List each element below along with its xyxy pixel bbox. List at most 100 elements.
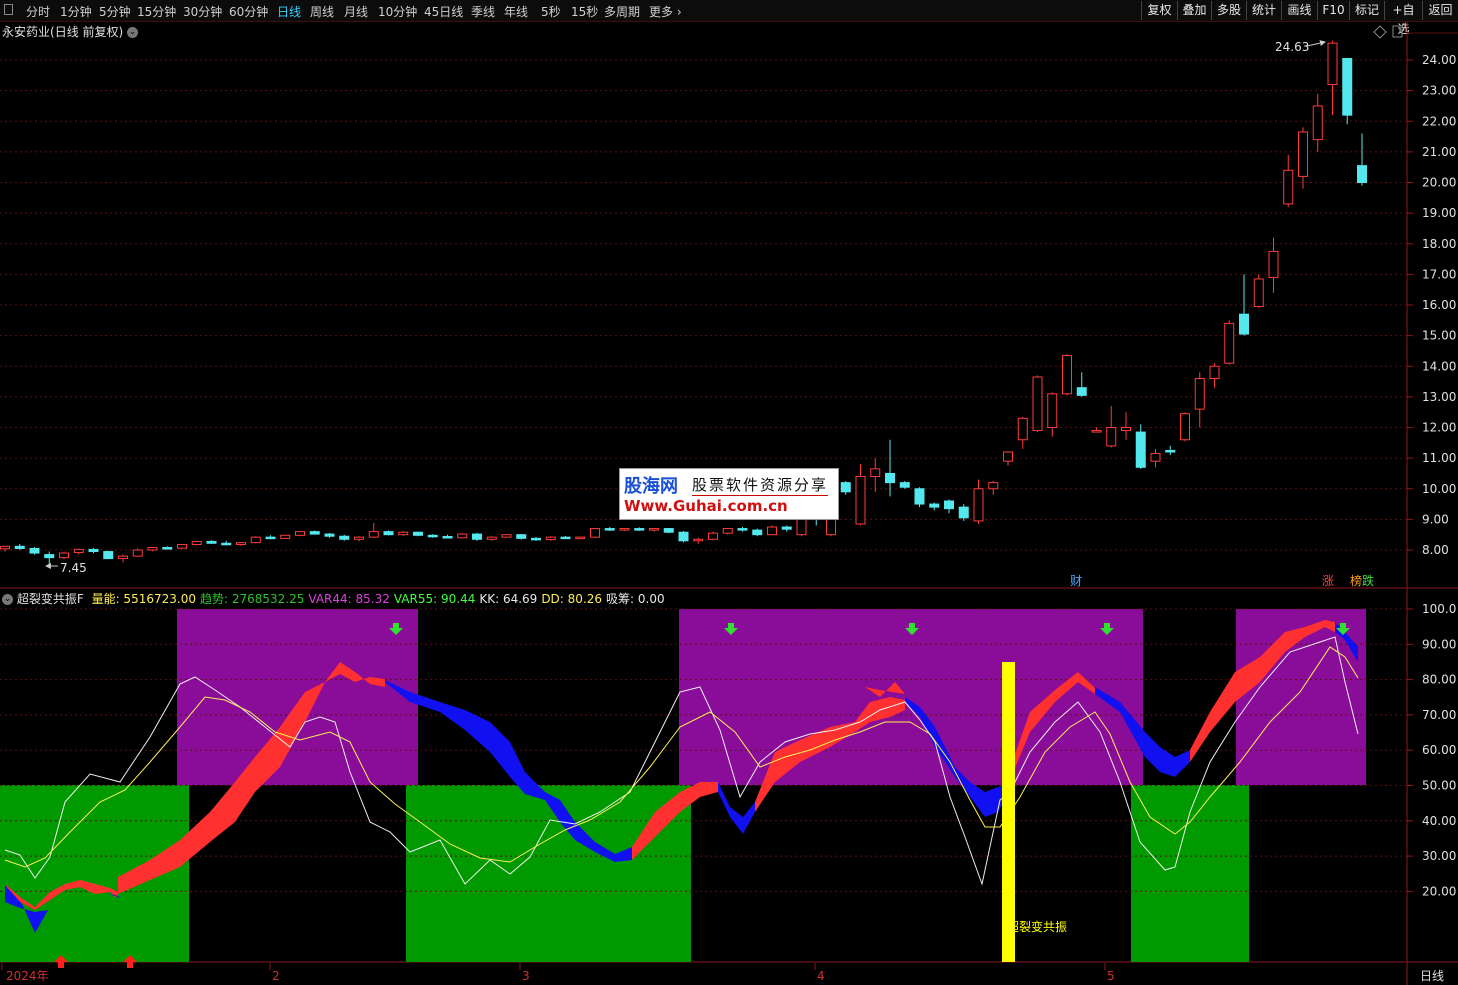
panel-toggle-icon[interactable] — [4, 4, 13, 15]
stat-value: : 5516723.00 — [115, 592, 196, 606]
stat-label: VAR44 — [308, 592, 348, 606]
green-zone — [406, 785, 691, 962]
statistics-button[interactable]: 统计 — [1246, 1, 1281, 20]
period-30min[interactable]: 30分钟 — [183, 3, 222, 20]
candle — [265, 535, 276, 540]
candle — [737, 527, 748, 532]
period-monthly[interactable]: 月线 — [344, 3, 368, 20]
candle — [88, 548, 99, 554]
overlay-button[interactable]: 叠加 — [1177, 1, 1211, 20]
add-watchlist-button[interactable]: +自选 — [1384, 1, 1422, 36]
candle — [1268, 237, 1279, 293]
period-quarterly[interactable]: 季线 — [471, 3, 495, 20]
stat-label: KK — [479, 592, 496, 606]
pane-toggle-icon[interactable] — [1392, 25, 1403, 38]
date-label: 4 — [817, 969, 825, 983]
candle — [619, 527, 630, 532]
period-15sec[interactable]: 15秒 — [571, 3, 598, 20]
price-tick-label: 11.00 — [1422, 451, 1456, 465]
stat-value: : 85.32 — [347, 592, 390, 606]
candle — [1062, 354, 1072, 396]
f10-button[interactable]: F10 — [1317, 1, 1349, 20]
candle — [1121, 412, 1131, 440]
candle — [368, 523, 379, 538]
period-daily[interactable]: 日线 — [277, 3, 301, 20]
candle — [442, 534, 453, 539]
diamond-icon[interactable] — [1373, 25, 1387, 39]
mark-button[interactable]: 标记 — [1349, 1, 1384, 20]
price-tick-label: 13.00 — [1422, 390, 1456, 404]
candle — [147, 546, 158, 552]
candle — [958, 504, 969, 521]
period-1min[interactable]: 1分钟 — [60, 3, 92, 20]
period-multi[interactable]: 多周期 — [604, 3, 640, 20]
candle — [560, 535, 571, 540]
candle — [1091, 427, 1102, 433]
period-45day[interactable]: 45日线 — [424, 3, 463, 20]
candle — [604, 527, 615, 532]
candle — [870, 458, 881, 492]
indicator-stat: 量能: 5516723.00 — [92, 592, 196, 606]
stat-label: VAR55 — [393, 592, 434, 606]
candle — [885, 439, 895, 497]
candle — [914, 487, 925, 508]
candle — [1017, 416, 1028, 449]
candle — [1312, 93, 1323, 152]
candle — [988, 481, 999, 495]
candle — [14, 543, 25, 550]
indicator-tick-label: 50.00 — [1422, 779, 1456, 793]
candle — [1298, 127, 1308, 189]
price-tick-label: 17.00 — [1422, 267, 1456, 281]
period-more[interactable]: 更多 › — [649, 3, 682, 20]
candle — [1209, 363, 1220, 388]
candle — [280, 534, 291, 539]
candle — [855, 464, 866, 526]
price-tick-label: 10.00 — [1422, 482, 1456, 496]
candle — [1327, 40, 1338, 116]
logo-name: 股海网 — [624, 476, 678, 497]
period-5sec[interactable]: 5秒 — [541, 3, 561, 20]
candle — [472, 532, 482, 541]
stat-value: : 0.00 — [630, 592, 665, 606]
candle — [339, 534, 350, 541]
bang-marker[interactable]: 榜 — [1350, 573, 1362, 588]
period-15min[interactable]: 15分钟 — [137, 3, 176, 20]
fuquan-button[interactable]: 复权 — [1141, 1, 1177, 20]
candle — [236, 542, 246, 546]
chevron-down-icon[interactable]: ⌄ — [2, 594, 13, 605]
price-tick-label: 21.00 — [1422, 145, 1456, 159]
candle — [1047, 392, 1058, 437]
price-axis: 24.00 23.00 22.00 21.00 20.00 19.00 18.00 17.00… — [1407, 53, 1456, 557]
price-tick-label: 20.00 — [1422, 176, 1456, 190]
period-5min[interactable]: 5分钟 — [99, 3, 131, 20]
period-weekly[interactable]: 周线 — [310, 3, 334, 20]
die-marker[interactable]: 跌 — [1362, 573, 1374, 588]
indicator-tick-label: 80.00 — [1422, 673, 1456, 687]
indicator-tick-label: 100.0 — [1422, 602, 1456, 616]
back-button[interactable]: 返回 — [1422, 1, 1458, 20]
candle — [545, 536, 556, 541]
zhang-marker[interactable]: 涨 — [1322, 573, 1334, 588]
price-tick-label: 18.00 — [1422, 237, 1456, 251]
low-price-label: 7.45 — [60, 561, 87, 575]
candle — [29, 546, 40, 555]
logo-url: Www.Guhai.com.cn — [624, 497, 788, 515]
period-10min[interactable]: 10分钟 — [378, 3, 417, 20]
candle — [708, 531, 718, 541]
candle — [103, 550, 114, 560]
candle — [383, 530, 394, 536]
draw-line-button[interactable]: 画线 — [1281, 1, 1317, 20]
cai-marker[interactable]: 财 — [1070, 574, 1082, 588]
stat-label: DD — [541, 592, 560, 606]
indicator-tick-label: 30.00 — [1422, 849, 1456, 863]
candle — [0, 545, 10, 552]
period-yearly[interactable]: 年线 — [504, 3, 528, 20]
candle — [162, 546, 173, 550]
period-60min[interactable]: 60分钟 — [229, 3, 268, 20]
multi-stock-button[interactable]: 多股 — [1211, 1, 1246, 20]
candle — [191, 540, 202, 546]
period-fen-shi[interactable]: 分时 — [26, 3, 50, 20]
candle — [413, 531, 423, 537]
chevron-down-icon[interactable]: ⌄ — [127, 27, 139, 38]
candle — [1106, 406, 1117, 448]
